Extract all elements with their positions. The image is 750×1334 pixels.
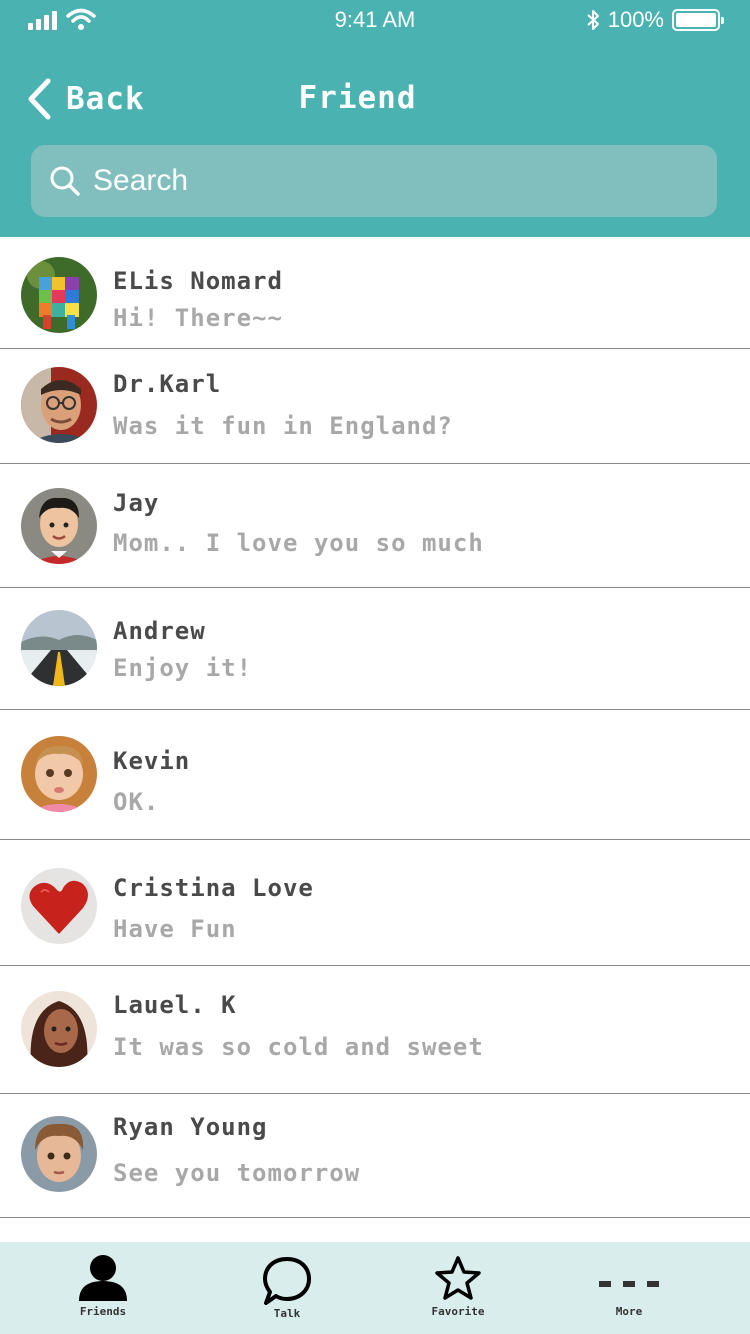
friend-row[interactable]: Dr.Karl Was it fun in England? [0,349,750,464]
status-bar: 9:41 AM 100% [0,0,750,40]
snowy-road-image [21,610,97,686]
person-icon [79,1255,127,1301]
friend-name: Andrew [113,617,206,645]
woman-image [21,991,97,1067]
avatar [21,736,97,812]
bluetooth-icon [587,10,599,30]
navigation-bar: Back Friend [0,72,750,128]
friend-message: Was it fun in England? [113,412,453,440]
friend-row[interactable]: ELis Nomard Hi! There~~ [0,237,750,349]
man-with-glasses-image [21,367,97,443]
friend-row[interactable]: Andrew Enjoy it! [0,588,750,710]
friend-row[interactable]: Ryan Young See you tomorrow [0,1094,750,1218]
header: 9:41 AM 100% Back Friend [0,0,750,237]
search-input[interactable] [93,164,653,198]
search-bar[interactable] [31,145,717,217]
child-image [21,1116,97,1192]
friend-message: Have Fun [113,915,237,943]
tab-friends[interactable]: Friends [43,1242,163,1334]
tab-talk-label: Talk [273,1307,301,1320]
avatar [21,1116,97,1192]
battery-percent: 100% [607,7,664,32]
tab-favorite-label: Favorite [431,1305,485,1318]
avatar [21,488,97,564]
tab-more-label: More [615,1305,643,1318]
friend-row[interactable]: Cristina Love Have Fun [0,840,750,966]
friend-row[interactable]: Lauel. K It was so cold and sweet [0,966,750,1094]
status-right: 100% [586,7,724,33]
search-icon [50,166,80,196]
boy-image [21,488,97,564]
avatar [21,991,97,1067]
baby-image [21,736,97,812]
patchwork-elephant-image [21,257,97,333]
avatar [21,257,97,333]
friend-name: Lauel. K [113,991,237,1019]
avatar [21,868,97,944]
friend-message: It was so cold and sweet [113,1033,484,1061]
star-icon [435,1256,481,1300]
friend-name: Ryan Young [113,1113,268,1141]
friend-message: Mom.. I love you so much [113,529,484,557]
friend-row[interactable]: Kevin OK. [0,710,750,840]
avatar [21,367,97,443]
friend-message: See you tomorrow [113,1159,361,1187]
more-dots-icon [599,1281,659,1287]
speech-bubble-icon [263,1257,311,1305]
friend-name: ELis Nomard [113,267,283,295]
friend-row[interactable]: Jay Mom.. I love you so much [0,464,750,588]
friend-name: Kevin [113,747,191,775]
red-heart-image [21,868,97,944]
friend-message: Enjoy it! [113,654,253,682]
tab-friends-label: Friends [79,1305,127,1318]
friend-message: OK. [113,788,160,816]
avatar [21,610,97,686]
tab-more[interactable]: More [569,1242,689,1334]
page-title: Friend [298,80,417,116]
tab-favorite[interactable]: Favorite [398,1242,518,1334]
tab-talk[interactable]: Talk [227,1242,347,1334]
tab-bar: Friends Talk Favorite More [0,1242,750,1334]
friend-list: ELis Nomard Hi! There~~ Dr.Karl Was it f… [0,237,750,1218]
friend-name: Dr.Karl [113,370,222,398]
friend-message: Hi! There~~ [113,304,283,332]
friend-name: Jay [113,489,160,517]
battery-icon [672,9,724,31]
friend-name: Cristina Love [113,874,314,902]
